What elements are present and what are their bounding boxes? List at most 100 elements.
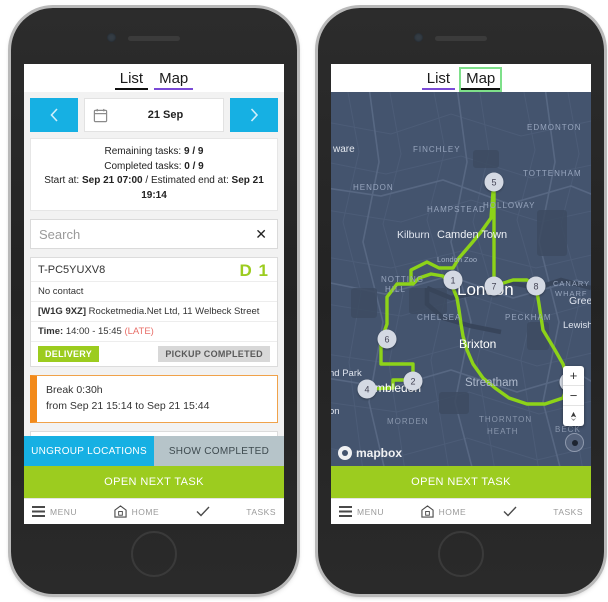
- summary-completed: Completed tasks: 0 / 9: [37, 160, 271, 175]
- close-icon[interactable]: ✕: [253, 225, 269, 243]
- svg-text:PECKHAM: PECKHAM: [505, 313, 552, 322]
- home-button[interactable]: [131, 531, 177, 577]
- tag-pickup-status: PICKUP COMPLETED: [158, 346, 270, 362]
- svg-text:HEATH: HEATH: [487, 427, 519, 436]
- nav-tasks-label[interactable]: TASKS: [246, 507, 276, 517]
- earpiece-speaker: [128, 36, 180, 41]
- home-button-2[interactable]: [438, 531, 484, 577]
- tag-delivery: DELIVERY: [38, 346, 100, 362]
- svg-text:MORDEN: MORDEN: [387, 417, 429, 426]
- earpiece-speaker-2: [435, 36, 487, 41]
- map-canvas[interactable]: ware FINCHLEY EDMONTON TOTTENHAM HENDON …: [331, 92, 591, 466]
- map-marker[interactable]: 7: [484, 276, 504, 296]
- screen-list: List Map 21 Sep Remaining tasks: 9 / 9 C…: [24, 64, 284, 524]
- svg-text:CANARY: CANARY: [553, 279, 590, 288]
- tab-map-2[interactable]: Map: [459, 67, 503, 92]
- svg-text:Camden Town: Camden Town: [437, 229, 507, 241]
- task-card[interactable]: D 1 T-PC5YUXV8 No contact [W1G 9XZ] Rock…: [30, 257, 278, 367]
- bottom-navbar-2: MENU HOME TASKS: [331, 498, 591, 524]
- list-body: 21 Sep Remaining tasks: 9 / 9 Completed …: [24, 92, 284, 524]
- nav-home[interactable]: HOME: [113, 505, 160, 518]
- svg-text:Green: Green: [569, 295, 591, 307]
- summary-completed-label: Completed tasks:: [104, 160, 182, 172]
- date-field[interactable]: 21 Sep: [84, 98, 224, 132]
- check-icon: [503, 506, 517, 517]
- svg-text:Streatham: Streatham: [465, 377, 518, 389]
- map-marker[interactable]: 2: [403, 371, 423, 391]
- tab-list[interactable]: List: [114, 69, 149, 90]
- svg-text:ware: ware: [332, 144, 355, 155]
- map-marker[interactable]: 5: [484, 172, 504, 192]
- nav-menu-label-2: MENU: [357, 506, 385, 517]
- prev-day-button[interactable]: [30, 98, 78, 132]
- ungroup-locations-button[interactable]: UNGROUP LOCATIONS: [24, 436, 154, 466]
- svg-text:nd Park: nd Park: [331, 368, 362, 379]
- open-next-task-button[interactable]: OPEN NEXT TASK: [24, 466, 284, 498]
- tab-list-2[interactable]: List: [421, 69, 456, 90]
- map-marker[interactable]: 4: [357, 379, 377, 399]
- next-day-button[interactable]: [230, 98, 278, 132]
- map-marker[interactable]: 6: [377, 329, 397, 349]
- nav-menu-label: MENU: [50, 506, 78, 517]
- calendar-icon: [93, 108, 108, 122]
- nav-tasks-label-2[interactable]: TASKS: [553, 507, 583, 517]
- break-title: Break 0:30h: [46, 384, 103, 396]
- bottom-action-stack-map: OPEN NEXT TASK MENU HOME TASKS: [331, 466, 591, 524]
- mapbox-logo[interactable]: mapbox: [338, 446, 402, 460]
- tab-map[interactable]: Map: [154, 69, 194, 90]
- summary-completed-value: 0 / 9: [184, 160, 204, 172]
- compass-button[interactable]: [563, 406, 584, 426]
- summary-start-value: Sep 21 07:00: [81, 175, 143, 186]
- segmented-actions: UNGROUP LOCATIONS SHOW COMPLETED: [24, 436, 284, 466]
- svg-text:NOTTING: NOTTING: [381, 275, 424, 284]
- phone-device-map: List Map ware FINCHLEY EDMONTON TOTTENHA…: [318, 8, 604, 594]
- bottom-action-stack: UNGROUP LOCATIONS SHOW COMPLETED OPEN NE…: [24, 436, 284, 524]
- summary-remaining-value: 9 / 9: [184, 146, 204, 157]
- zoom-in-button[interactable]: +: [563, 366, 584, 386]
- hamburger-icon: [32, 506, 45, 517]
- task-address: [W1G 9XZ] Rocketmedia.Net Ltd, 11 Welbec…: [31, 302, 277, 322]
- svg-text:TOTTENHAM: TOTTENHAM: [523, 169, 582, 178]
- task-tags: DELIVERY PICKUP COMPLETED: [31, 342, 277, 366]
- zoom-out-button[interactable]: −: [563, 386, 584, 406]
- mapbox-wordmark: mapbox: [356, 446, 403, 460]
- map-marker[interactable]: 8: [526, 276, 546, 296]
- svg-text:FINCHLEY: FINCHLEY: [413, 145, 461, 154]
- show-completed-button[interactable]: SHOW COMPLETED: [154, 436, 284, 466]
- break-card[interactable]: Break 0:30h from Sep 21 15:14 to Sep 21 …: [30, 375, 278, 423]
- check-icon: [196, 506, 210, 517]
- front-camera-icon: [107, 33, 116, 42]
- selected-date: 21 Sep: [147, 109, 184, 121]
- screenshot-root: List Map 21 Sep Remaining tasks: 9 / 9 C…: [0, 0, 608, 602]
- break-range: from Sep 21 15:14 to Sep 21 15:44: [46, 399, 210, 412]
- task-address-text: Rocketmedia.Net Ltd, 11 Welbeck Street: [88, 306, 260, 317]
- nav-home-2[interactable]: HOME: [420, 505, 467, 518]
- hamburger-icon: [339, 506, 352, 517]
- task-summary: Remaining tasks: 9 / 9 Completed tasks: …: [30, 138, 278, 211]
- nav-menu[interactable]: MENU: [32, 506, 77, 517]
- svg-text:London Zoo: London Zoo: [437, 255, 477, 264]
- search-input[interactable]: [39, 226, 254, 242]
- date-navigation: 21 Sep: [24, 92, 284, 132]
- svg-text:Lewish: Lewish: [563, 320, 591, 331]
- summary-start-label: Start at:: [44, 175, 80, 186]
- task-time-label: Time:: [38, 326, 64, 337]
- chevron-right-icon: [250, 108, 259, 122]
- svg-text:Brixton: Brixton: [459, 337, 496, 351]
- svg-text:EDMONTON: EDMONTON: [527, 123, 582, 132]
- task-contact: No contact: [31, 282, 277, 302]
- nav-menu-2[interactable]: MENU: [339, 506, 384, 517]
- map-zoom-controls: + −: [563, 366, 584, 426]
- search-bar[interactable]: ✕: [30, 219, 278, 249]
- open-next-task-button-2[interactable]: OPEN NEXT TASK: [331, 466, 591, 498]
- nav-tasks-2[interactable]: [503, 506, 517, 517]
- tabbar-left: List Map: [24, 64, 284, 92]
- svg-text:HENDON: HENDON: [353, 183, 394, 192]
- map-marker[interactable]: 1: [443, 270, 463, 290]
- svg-text:CHELSEA: CHELSEA: [417, 313, 461, 322]
- nav-home-label: HOME: [131, 506, 160, 517]
- summary-times: Start at: Sep 21 07:00 / Estimated end a…: [37, 174, 271, 203]
- geolocate-button[interactable]: [565, 433, 584, 452]
- nav-tasks[interactable]: [196, 506, 210, 517]
- compass-icon: [570, 411, 577, 421]
